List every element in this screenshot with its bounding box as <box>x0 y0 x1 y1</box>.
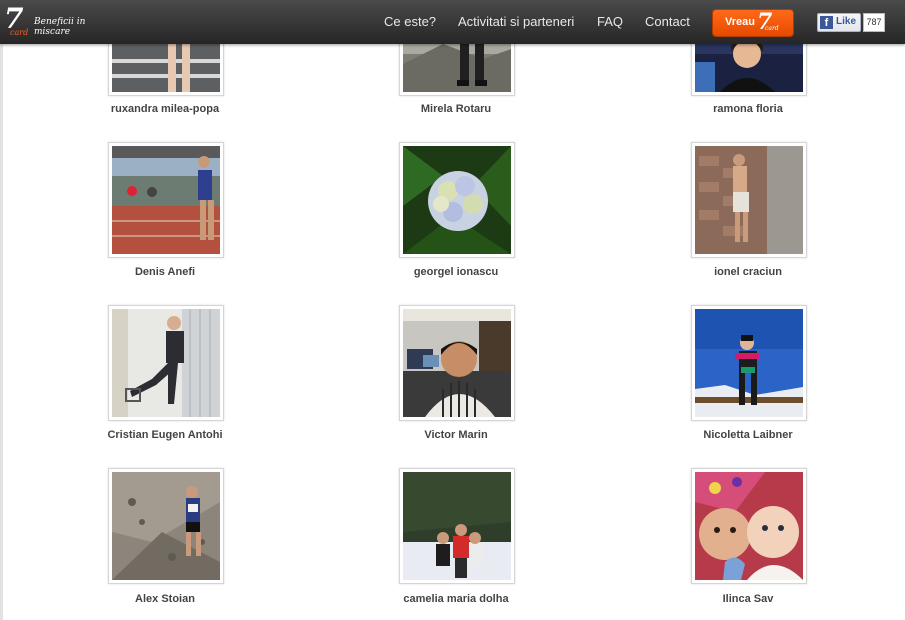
member-photo-frame[interactable] <box>108 142 224 258</box>
member-name[interactable]: Ilinca Sav <box>648 593 848 605</box>
nav-link-activitati-si-parteneri[interactable]: Activitati si parteneri <box>458 0 574 44</box>
member-name[interactable]: Nicoletta Laibner <box>648 429 848 441</box>
member-name[interactable]: Denis Anefi <box>65 266 265 278</box>
member-name[interactable]: camelia maria dolha <box>356 593 556 605</box>
member-photo-frame[interactable] <box>108 305 224 421</box>
member-photo <box>112 309 220 417</box>
member-name[interactable]: ruxandra milea-popa <box>65 103 265 115</box>
cta-logo-sub: card <box>765 25 779 32</box>
nav-link-contact[interactable]: Contact <box>645 0 690 44</box>
member-photo-frame[interactable] <box>399 142 515 258</box>
member-photo-frame[interactable] <box>691 468 807 584</box>
nav-link-ce-este[interactable]: Ce este? <box>384 0 436 44</box>
member-photo <box>403 146 511 254</box>
member-name[interactable]: ramona floria <box>648 103 848 115</box>
member-photo-frame[interactable] <box>399 305 515 421</box>
member-photo-frame[interactable] <box>691 305 807 421</box>
cta-label: Vreau <box>725 16 755 28</box>
member-photo <box>403 309 511 417</box>
member-name[interactable]: georgel ionascu <box>356 266 556 278</box>
member-name[interactable]: Alex Stoian <box>65 593 265 605</box>
site-logo[interactable]: 7 card Beneficii in miscare <box>4 2 124 40</box>
facebook-like-label: Like <box>836 16 857 27</box>
logo-sub: card <box>10 28 29 37</box>
member-photo-frame[interactable] <box>399 468 515 584</box>
member-name[interactable]: Mirela Rotaru <box>356 103 556 115</box>
facebook-like-count: 787 <box>863 13 885 32</box>
member-name[interactable]: Victor Marin <box>356 429 556 441</box>
member-photo <box>695 146 803 254</box>
facebook-icon: f <box>820 16 833 29</box>
member-name[interactable]: Cristian Eugen Antohi <box>65 429 265 441</box>
member-photo <box>695 309 803 417</box>
vreau-7card-button[interactable]: Vreau 7 card <box>713 9 793 36</box>
member-photo <box>695 472 803 580</box>
member-photo-frame[interactable] <box>691 142 807 258</box>
member-photo <box>112 472 220 580</box>
nav-link-faq[interactable]: FAQ <box>597 0 623 44</box>
member-photo-frame[interactable] <box>108 468 224 584</box>
member-name[interactable]: ionel craciun <box>648 266 848 278</box>
member-photo <box>112 146 220 254</box>
facebook-like-button[interactable]: f Like <box>817 13 861 32</box>
page-left-border <box>0 0 3 620</box>
top-navigation-bar: 7 card Beneficii in miscare Ce este? Act… <box>0 0 905 44</box>
member-photo <box>403 472 511 580</box>
logo-tagline: Beneficii in miscare <box>34 17 86 37</box>
